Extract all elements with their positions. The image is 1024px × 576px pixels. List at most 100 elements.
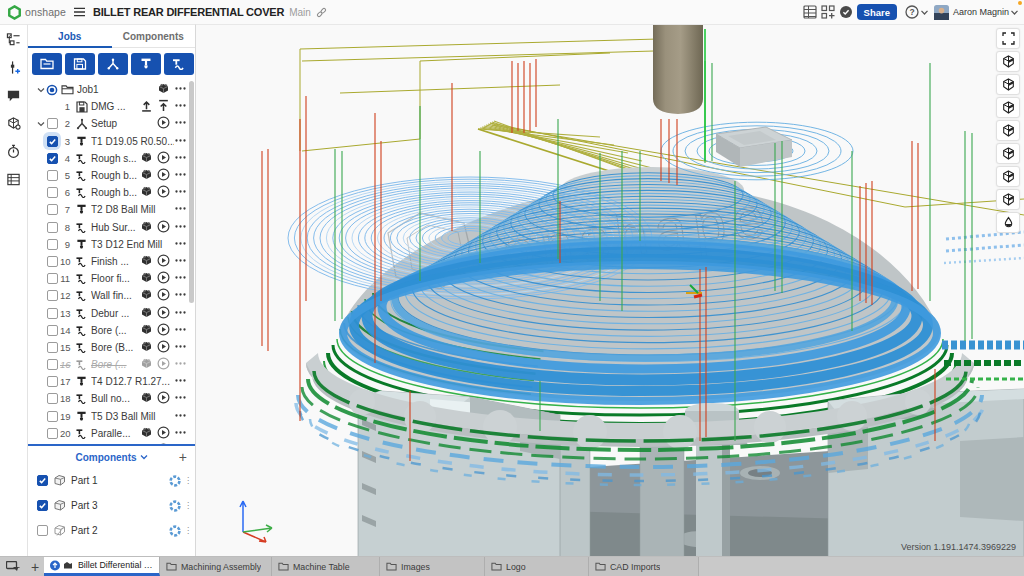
row-checkbox[interactable] (46, 187, 58, 199)
row-menu-icon[interactable] (174, 409, 187, 424)
share-button[interactable]: Share (857, 4, 897, 20)
row-menu-icon[interactable] (174, 340, 187, 355)
job-tree-row-wall-fin[interactable]: 12Wall fin... (28, 287, 195, 304)
job-tree-row-paralle[interactable]: 20Paralle... (28, 425, 195, 442)
row-checkbox[interactable] (46, 376, 58, 388)
row-menu-icon[interactable] (174, 134, 187, 149)
view-cube-button[interactable] (996, 143, 1020, 164)
components-header[interactable]: Components (75, 452, 136, 463)
tab-manager-button[interactable] (0, 557, 26, 576)
play-icon[interactable] (157, 426, 170, 441)
row-checkbox[interactable] (46, 204, 58, 216)
row-checkbox[interactable] (46, 341, 58, 353)
row-menu-icon[interactable] (174, 374, 187, 389)
bottom-tab-logo[interactable]: Logo (485, 557, 589, 576)
tree-scrollbar[interactable] (189, 81, 194, 303)
simulate-icon[interactable] (140, 340, 153, 355)
job-tree-row-t4-d12-7-r1-27[interactable]: 17T4 D12.7 R1.27... (28, 373, 195, 390)
job-tree-row-t1-d19-05-r0-50[interactable]: 3T1 D19.05 R0.50... (28, 133, 195, 150)
view-cube-button[interactable] (996, 166, 1020, 187)
play-icon[interactable] (157, 391, 170, 406)
simulate-icon[interactable] (140, 254, 153, 269)
job-tree-row-bull-no[interactable]: 18Bull no... (28, 390, 195, 407)
avatar[interactable] (934, 5, 949, 20)
play-icon[interactable] (157, 220, 170, 235)
row-menu-icon[interactable] (174, 306, 187, 321)
simulate-icon[interactable] (140, 288, 153, 303)
row-checkbox[interactable] (46, 238, 58, 250)
row-menu-icon[interactable] (174, 82, 187, 97)
add-tab-button[interactable]: + (26, 557, 44, 576)
row-checkbox[interactable] (46, 359, 58, 371)
component-checkbox[interactable] (36, 500, 48, 512)
job-tree-row-bore[interactable]: 16Bore (... (28, 356, 195, 373)
job-tree-row-hub-sur[interactable]: 8Hub Sur... (28, 219, 195, 236)
dice-icon[interactable] (6, 116, 21, 135)
simulate-icon[interactable] (140, 168, 153, 183)
row-checkbox[interactable] (46, 427, 58, 439)
component-row-part-1[interactable]: Part 1⋮ (28, 468, 195, 493)
play-icon[interactable] (157, 340, 170, 355)
simulate-icon[interactable] (140, 306, 153, 321)
custom-features-icon[interactable] (6, 60, 21, 79)
job-tree-row-floor-fi[interactable]: 11Floor fi... (28, 270, 195, 287)
play-icon[interactable] (157, 116, 170, 131)
row-checkbox[interactable] (46, 152, 58, 164)
row-menu-icon[interactable] (174, 391, 187, 406)
component-checkbox[interactable] (36, 525, 48, 537)
properties-table-icon[interactable] (803, 5, 817, 19)
comments-icon[interactable] (6, 88, 21, 107)
play-icon[interactable] (157, 323, 170, 338)
row-menu-icon[interactable] (174, 116, 187, 131)
job-tree-row-t3-d12-end-mill[interactable]: 9T3 D12 End Mill (28, 236, 195, 253)
simulate-icon[interactable] (140, 323, 153, 338)
configurations-icon[interactable] (6, 32, 21, 51)
simulate-icon[interactable] (140, 357, 153, 372)
job-tree-row-t2-d8-ball-mill[interactable]: 7T2 D8 Ball Mill (28, 201, 195, 218)
job-tree-row-setup[interactable]: 2Setup (28, 115, 195, 132)
play-icon[interactable] (157, 254, 170, 269)
simulate-icon[interactable] (157, 82, 170, 97)
row-checkbox[interactable] (46, 170, 58, 182)
toolbar-tool-button[interactable] (131, 53, 161, 75)
play-icon[interactable] (157, 288, 170, 303)
row-menu-icon[interactable] (174, 357, 187, 372)
row-checkbox[interactable] (46, 410, 58, 422)
view-cube-button[interactable] (996, 51, 1020, 72)
job-tree-row-rough-b[interactable]: 6Rough b... (28, 184, 195, 201)
bottom-tab-machining-assembly[interactable]: Machining Assembly (160, 557, 272, 576)
row-menu-icon[interactable] (174, 254, 187, 269)
row-checkbox[interactable] (46, 324, 58, 336)
row-menu-icon[interactable] (174, 426, 187, 441)
toolbar-folder-button[interactable] (32, 53, 62, 75)
row-checkbox[interactable] (46, 118, 58, 130)
sync-status-icon[interactable] (839, 5, 853, 19)
radio-selected[interactable] (46, 84, 58, 96)
play-icon[interactable] (157, 151, 170, 166)
job-tree-row-t5-d3-ball-mill[interactable]: 19T5 D3 Ball Mill (28, 408, 195, 425)
help-caret-icon[interactable] (921, 10, 928, 15)
view-cube-button[interactable] (996, 97, 1020, 118)
link-icon[interactable] (316, 7, 327, 18)
view-cube-button[interactable] (996, 120, 1020, 141)
onshape-logo[interactable]: onshape (7, 5, 66, 20)
component-row-part-3[interactable]: Part 3⋮ (28, 493, 195, 518)
row-checkbox[interactable] (46, 393, 58, 405)
drag-handle[interactable]: ⋮ (184, 476, 192, 485)
simulate-icon[interactable] (140, 391, 153, 406)
row-menu-icon[interactable] (174, 151, 187, 166)
component-checkbox[interactable] (36, 475, 48, 487)
view-cube-button[interactable] (996, 74, 1020, 95)
job-tree-row-rough-b[interactable]: 5Rough b... (28, 167, 195, 184)
bottom-tab-cad-imports[interactable]: CAD Imports (589, 557, 699, 576)
row-menu-icon[interactable] (174, 168, 187, 183)
job-tree-row-finish[interactable]: 10Finish ... (28, 253, 195, 270)
view-cube-button[interactable] (996, 189, 1020, 210)
row-menu-icon[interactable] (174, 237, 187, 252)
drag-handle[interactable]: ⋮ (184, 501, 192, 510)
play-icon[interactable] (157, 306, 170, 321)
row-checkbox[interactable] (46, 255, 58, 267)
upload-top-icon[interactable] (157, 99, 170, 114)
menu-icon[interactable] (74, 7, 85, 17)
job-tree-row-job1[interactable]: Job1 (28, 81, 195, 98)
